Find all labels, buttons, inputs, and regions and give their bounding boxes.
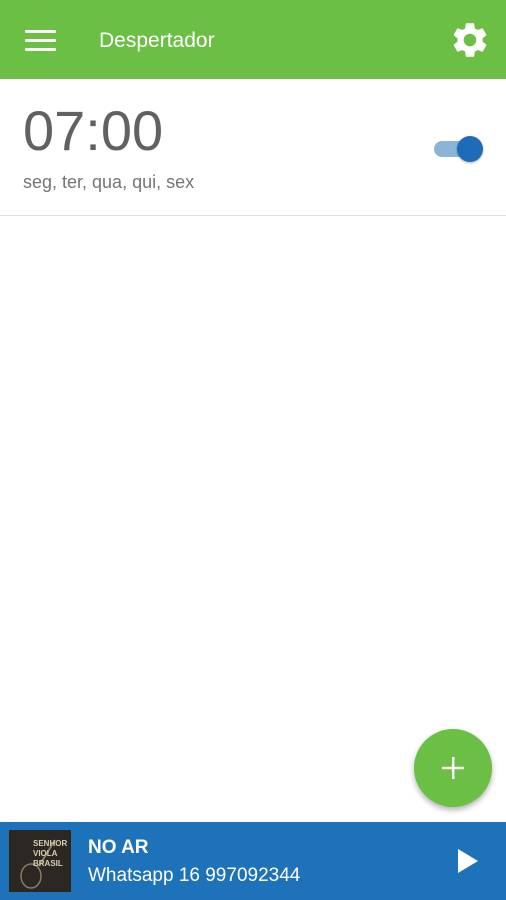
player-subtitle: Whatsapp 16 997092344 [88,865,301,886]
play-icon[interactable] [452,846,482,876]
player-title: NO AR [88,837,149,858]
page-title: Despertador [99,29,215,52]
cover-line-2: VIOLA [33,849,58,858]
alarm-toggle[interactable] [433,134,485,164]
alarm-days: seg, ter, qua, qui, sex [23,172,195,192]
now-playing-bar[interactable]: SENHOR VIOLA BRASIL NO AR Whatsapp 16 99… [0,822,506,900]
album-cover: SENHOR VIOLA BRASIL [9,830,71,892]
plus-icon [442,757,464,779]
app-bar: Despertador [0,0,506,79]
cover-line-3: BRASIL [33,859,63,868]
toggle-thumb [457,136,483,162]
alarm-item[interactable]: 07:00 seg, ter, qua, qui, sex [0,79,506,216]
add-alarm-button[interactable] [414,729,492,807]
cover-line-1: SENHOR [33,839,67,848]
gear-icon[interactable] [449,19,491,61]
menu-icon[interactable] [25,30,56,52]
alarm-time: 07:00 [23,99,164,162]
